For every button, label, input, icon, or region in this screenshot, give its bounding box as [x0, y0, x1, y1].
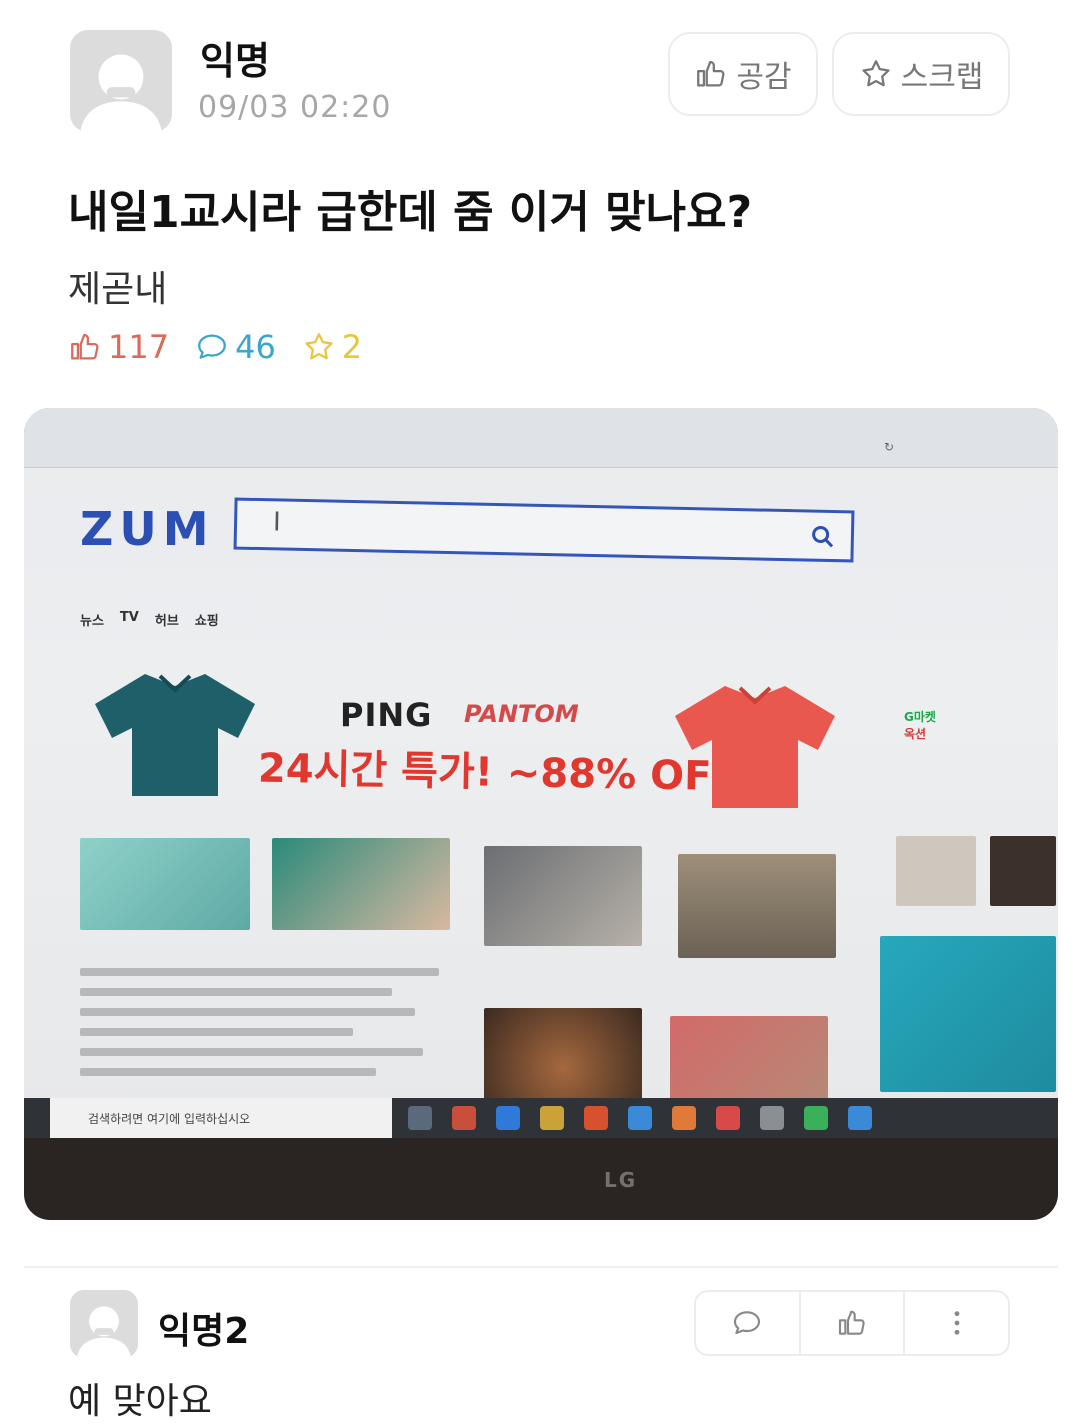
scrap-button[interactable]: 스크랩	[832, 32, 1010, 116]
monitor-screen: ↻ ZUM I 뉴스 TV 허브 쇼핑 PING PANTOM 24시간 특가!…	[24, 408, 1058, 1138]
red-shirt-image	[675, 686, 835, 808]
more-vertical-icon	[954, 1311, 960, 1335]
taskbar-search-box: 검색하려면 여기에 입력하십시오	[50, 1098, 392, 1138]
taskbar-icons	[408, 1106, 872, 1130]
shopping-thumbnail	[990, 836, 1056, 906]
thumbs-up-icon	[71, 333, 99, 360]
reply-button[interactable]	[696, 1292, 799, 1354]
star-icon	[861, 60, 890, 87]
monitor-brand-logo: LG	[604, 1168, 638, 1192]
browser-address-bar: ↻	[24, 408, 1058, 468]
app-icon	[804, 1106, 828, 1130]
scrap-count-value: 2	[341, 328, 363, 366]
golf-shirt-ad: PING PANTOM 24시간 특가! ~88% OFF!	[84, 660, 874, 810]
ad-brand-secondary: PANTOM	[464, 700, 579, 728]
shop-link: G마켓	[904, 710, 936, 724]
like-button[interactable]: 공감	[668, 32, 818, 116]
folder-icon	[540, 1106, 564, 1130]
internet-explorer-icon	[848, 1106, 872, 1130]
comment-like-button[interactable]	[798, 1292, 904, 1354]
anonymous-avatar-icon	[76, 1306, 132, 1358]
task-view-icon	[408, 1106, 432, 1130]
post-body: 제곧내	[68, 269, 168, 310]
zum-search-box: I	[233, 497, 855, 563]
post-title: 내일1교시라 급한데 줌 이거 맞나요?	[68, 187, 753, 238]
windows-taskbar: 검색하려면 여기에 입력하십시오	[24, 1098, 1058, 1138]
star-icon	[305, 333, 333, 360]
author-avatar	[70, 30, 172, 132]
teal-shirt-image	[95, 674, 255, 796]
comment-count: 46	[195, 328, 276, 366]
ad-brand: PING	[340, 696, 433, 734]
post-stats: 117 46 2	[68, 328, 388, 366]
comment-count-value: 46	[235, 328, 276, 366]
shop-link: 옥션	[904, 727, 927, 741]
zum-nav: 뉴스 TV 허브 쇼핑	[80, 610, 219, 629]
zum-nav-item: 허브	[154, 614, 179, 629]
shopping-links: G마켓 옥션	[904, 708, 936, 742]
refresh-icon: ↻	[884, 440, 895, 454]
scrap-button-label: 스크랩	[900, 60, 984, 95]
internet-explorer-icon	[628, 1106, 652, 1130]
zum-nav-item: TV	[119, 610, 139, 625]
comment-actions	[694, 1290, 1010, 1356]
more-options-button[interactable]	[903, 1292, 1008, 1354]
app-icon	[452, 1106, 476, 1130]
zum-nav-item: 쇼핑	[194, 614, 219, 629]
news-thumbnail	[678, 854, 836, 958]
news-thumbnail	[484, 1008, 642, 1108]
thumbs-up-icon	[838, 1310, 865, 1335]
author-name: 익명	[200, 39, 270, 83]
comment-author-avatar	[70, 1290, 138, 1358]
app-icon	[716, 1106, 740, 1130]
like-count-value: 117	[108, 328, 170, 366]
attached-photo[interactable]: ↻ ZUM I 뉴스 TV 허브 쇼핑 PING PANTOM 24시간 특가!…	[24, 408, 1058, 1220]
zum-logo: ZUM	[80, 502, 215, 556]
app-icon	[672, 1106, 696, 1130]
earbuds-ad-image	[880, 936, 1056, 1092]
text-cursor-icon: I	[272, 507, 282, 538]
search-icon	[812, 525, 834, 548]
like-button-label: 공감	[736, 60, 792, 95]
speech-bubble-icon	[198, 334, 226, 359]
speech-bubble-icon	[734, 1311, 761, 1335]
anonymous-avatar-icon	[80, 54, 162, 132]
shopping-thumbnail	[896, 836, 976, 906]
comment-divider	[24, 1266, 1058, 1268]
comment-author-name: 익명2	[158, 1311, 250, 1352]
app-icon	[760, 1106, 784, 1130]
news-headline-list	[80, 968, 470, 1088]
thumbs-up-icon	[697, 60, 725, 87]
scrap-count: 2	[302, 328, 362, 366]
like-count: 117	[68, 328, 169, 366]
edge-icon	[496, 1106, 520, 1130]
zum-nav-item: 뉴스	[80, 614, 104, 629]
comment-text: 예 맞아요	[68, 1381, 212, 1422]
news-thumbnail	[484, 846, 642, 946]
app-icon	[584, 1106, 608, 1130]
post-timestamp: 09/03 02:20	[198, 90, 392, 125]
news-thumbnail	[80, 838, 250, 930]
news-thumbnail	[272, 838, 450, 930]
